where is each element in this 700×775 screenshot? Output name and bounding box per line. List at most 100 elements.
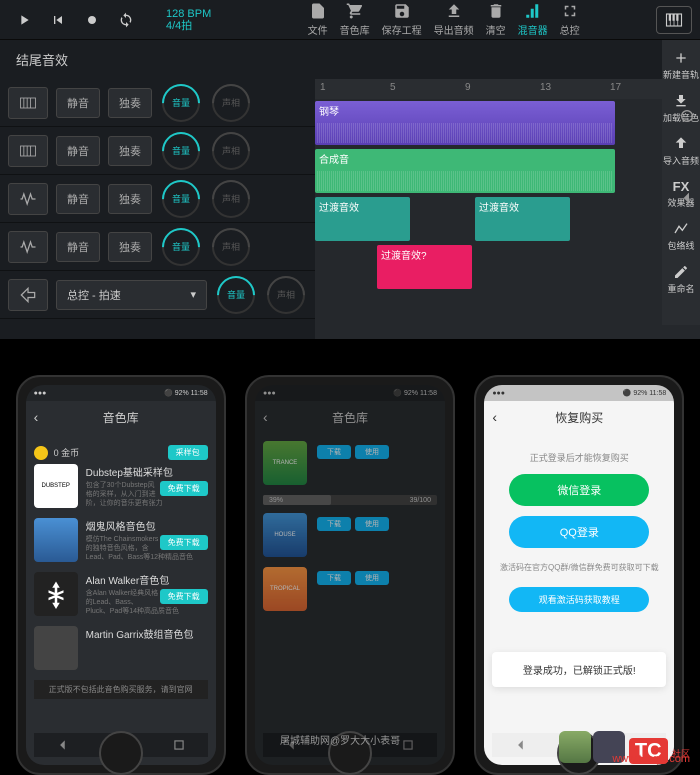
menu-clear[interactable]: 清空 (486, 2, 506, 37)
clip-transition[interactable]: 过渡音效 (475, 197, 570, 241)
phone-header: ‹音色库 (26, 401, 216, 433)
section-title: 结尾音效 (0, 40, 700, 79)
pan-knob[interactable]: 声相 (265, 274, 307, 316)
nav-back-icon[interactable] (56, 738, 70, 752)
sidebar-rename[interactable]: 重命名 (667, 258, 694, 301)
clip-synth[interactable]: 合成音 (315, 149, 615, 193)
menu-mixer[interactable]: 混音器 (518, 2, 548, 37)
skip-start-button[interactable] (42, 6, 74, 34)
track-row: 静音 独奏 音量 声相 (0, 127, 315, 175)
home-button[interactable] (99, 731, 143, 775)
back-icon[interactable]: ‹ (34, 409, 39, 425)
nav-back[interactable] (676, 187, 698, 209)
menu-sound-library[interactable]: 音色库 (340, 2, 370, 37)
solo-button[interactable]: 独奏 (108, 88, 152, 118)
phone-header: ‹音色库 (255, 401, 445, 433)
mute-button[interactable]: 静音 (56, 136, 100, 166)
back-icon[interactable]: ‹ (492, 409, 497, 425)
qq-login-button[interactable]: QQ登录 (509, 516, 649, 548)
menu-save[interactable]: 保存工程 (382, 2, 422, 37)
pan-knob[interactable]: 声相 (210, 130, 252, 172)
daw-editor: 128 BPM 4/4拍 文件 音色库 保存工程 导出音频 清空 混音器 总控 … (0, 0, 700, 325)
bpm-label: 128 BPM (166, 8, 211, 20)
solo-button[interactable]: 独奏 (108, 184, 152, 214)
volume-knob[interactable]: 音量 (160, 178, 202, 220)
sidebar-envelope[interactable]: 包络线 (667, 215, 694, 258)
nav-back-icon[interactable] (514, 738, 528, 752)
clips-area[interactable]: 钢琴 合成音 过渡音效 过渡音效 过渡音效? (315, 99, 700, 339)
system-nav (676, 105, 698, 209)
clip-transition[interactable]: 过渡音效? (377, 245, 472, 289)
tempo-display[interactable]: 128 BPM 4/4拍 (166, 8, 211, 32)
piano-icon[interactable] (8, 87, 48, 119)
ruler: 1 5 9 13 17 (315, 79, 700, 99)
login-desc: 激活码在官方QQ群/微信群免费可获取可下载 (492, 562, 666, 573)
nav-circle[interactable] (676, 105, 698, 127)
phone-login: ●●●⚫ 92% 11:58 ‹恢复购买 正式登录后才能恢复购买 微信登录 QQ… (474, 375, 684, 775)
phone-store: ●●●⚫ 92% 11:58 ‹音色库 0 金币采样包 DUBSTEP Dubs… (16, 375, 226, 775)
tab-samples[interactable]: 采样包 (168, 445, 208, 460)
store-item[interactable]: TROPICAL下载使用 (263, 567, 437, 611)
solo-button[interactable]: 独奏 (108, 136, 152, 166)
nav-recent-icon[interactable] (172, 738, 186, 752)
chevron-down-icon: ▾ (190, 288, 196, 301)
mute-button[interactable]: 静音 (56, 184, 100, 214)
download-button[interactable]: 免费下载 (160, 589, 208, 604)
clip-transition[interactable]: 过渡音效 (315, 197, 410, 241)
store-item[interactable]: 烟鬼风格音色包免费下载模仿The Chainsmokers的独特音色风格，含Le… (34, 518, 208, 562)
volume-knob[interactable]: 音量 (160, 130, 202, 172)
pan-knob[interactable]: 声相 (210, 226, 252, 268)
volume-knob[interactable]: 音量 (160, 82, 202, 124)
status-bar: ●●●⚫ 92% 11:58 (255, 385, 445, 401)
master-dropdown[interactable]: 总控 - 拍速▾ (56, 280, 207, 310)
menu-export[interactable]: 导出音频 (434, 2, 474, 37)
download-button[interactable]: 免费下载 (160, 481, 208, 496)
output-icon[interactable] (8, 279, 48, 311)
timesig-label: 4/4拍 (166, 20, 211, 32)
mute-button[interactable]: 静音 (56, 88, 100, 118)
waveform-icon[interactable] (8, 231, 48, 263)
track-row: 静音 独奏 音量 声相 (0, 175, 315, 223)
clip-piano[interactable]: 钢琴 (315, 101, 615, 145)
watermark: TC 社区 www.tcsqw.com (559, 731, 690, 763)
store-item[interactable]: Alan Walker音色包免费下载含Alan Walker经典风格的Lead、… (34, 572, 208, 616)
tracks-area: 静音 独奏 音量 声相 静音 独奏 音量 声相 静音 独奏 音量 声相 (0, 79, 700, 339)
login-hint: 正式登录后才能恢复购买 (492, 451, 666, 464)
wm-url: www.tcsqw.com (612, 753, 690, 765)
wechat-login-button[interactable]: 微信登录 (509, 474, 649, 506)
waveform-icon[interactable] (8, 183, 48, 215)
piano-icon[interactable] (8, 135, 48, 167)
download-button[interactable]: 免费下载 (160, 535, 208, 550)
timeline[interactable]: 1 5 9 13 17 钢琴 合成音 过渡音效 过渡音效 过渡音效? (315, 79, 700, 339)
video-tutorial-button[interactable]: 观看激活码获取教程 (509, 587, 649, 612)
track-row: 静音 独奏 音量 声相 (0, 79, 315, 127)
pan-knob[interactable]: 声相 (210, 82, 252, 124)
menu-master[interactable]: 总控 (560, 2, 580, 37)
loop-button[interactable] (110, 6, 142, 34)
store-item[interactable]: DUBSTEP Dubstep基础采样包免费下载包含了30个Dubstep风格的… (34, 464, 208, 508)
phone-mockups: ●●●⚫ 92% 11:58 ‹音色库 0 金币采样包 DUBSTEP Dubs… (0, 325, 700, 775)
mute-button[interactable]: 静音 (56, 232, 100, 262)
store-item[interactable]: Martin Garrix鼓组音色包 (34, 626, 208, 670)
download-progress: 39%39/100 (263, 495, 437, 505)
coin-icon (34, 446, 48, 460)
watermark-credit: 屠城辅助网@罗大大小表哥 (280, 732, 400, 747)
success-toast: 登录成功，已解锁正式版! (492, 652, 666, 687)
solo-button[interactable]: 独奏 (108, 232, 152, 262)
back-icon[interactable]: ‹ (263, 409, 268, 425)
store-item[interactable]: HOUSE下载使用 (263, 513, 437, 557)
sidebar-new-track[interactable]: 新建音轨 (663, 44, 699, 87)
menu-file[interactable]: 文件 (308, 2, 328, 37)
phone-download: ●●●⚫ 92% 11:58 ‹音色库 TRANCE下载使用 39%39/100… (245, 375, 455, 775)
pack-thumb: DUBSTEP (34, 464, 78, 508)
volume-knob[interactable]: 音量 (160, 226, 202, 268)
pan-knob[interactable]: 声相 (210, 178, 252, 220)
nav-recent-icon[interactable] (401, 738, 415, 752)
keyboard-button[interactable] (656, 6, 692, 34)
wm-sticker-icon (559, 731, 591, 763)
play-button[interactable] (8, 6, 40, 34)
store-item[interactable]: TRANCE下载使用 (263, 441, 437, 485)
record-button[interactable] (76, 6, 108, 34)
coin-balance: 0 金币采样包 (34, 441, 208, 464)
volume-knob[interactable]: 音量 (215, 274, 257, 316)
